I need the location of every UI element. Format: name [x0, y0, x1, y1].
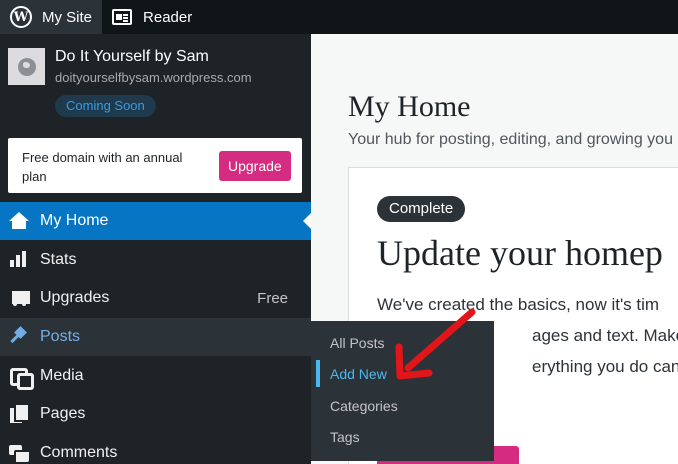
- sidebar-item-label: Upgrades: [40, 289, 110, 306]
- reader-label: Reader: [143, 8, 193, 26]
- sidebar-item-posts[interactable]: Posts: [0, 318, 311, 356]
- submenu-item-label: Add New: [330, 366, 387, 382]
- sidebar-item-stats[interactable]: Stats: [0, 241, 311, 279]
- sidebar-item-label: Comments: [40, 444, 118, 461]
- page-subtitle: Your hub for posting, editing, and growi…: [348, 131, 673, 148]
- sidebar-item-pages[interactable]: Pages: [0, 395, 311, 433]
- sidebar-item-my-home[interactable]: My Home: [0, 202, 311, 240]
- upsell-text: Free domain with an annual plan: [22, 150, 183, 184]
- card-title: Update your homep: [377, 233, 663, 273]
- submenu-item-categories[interactable]: Categories: [311, 390, 494, 421]
- upsell-banner[interactable]: Free domain with an annual plan Upgrade: [8, 138, 302, 193]
- pages-icon: [9, 405, 29, 423]
- home-icon: [9, 212, 29, 230]
- sidebar-item-media[interactable]: Media: [0, 357, 311, 395]
- sidebar-item-label: Media: [40, 367, 84, 384]
- reader-icon: [112, 9, 133, 25]
- masterbar: W My Site Reader: [0, 0, 678, 34]
- sidebar-item-upgrades[interactable]: Upgrades Free: [0, 279, 311, 317]
- page-title: My Home: [348, 90, 471, 123]
- submenu-item-label: Categories: [330, 398, 398, 414]
- sidebar-item-label: Pages: [40, 405, 86, 422]
- sidebar-item-label: Stats: [40, 251, 77, 268]
- annotation-arrow-icon: [395, 308, 476, 380]
- site-title: Do It Yourself by Sam: [55, 48, 209, 65]
- sidebar: Do It Yourself by Sam doityourselfbysam.…: [0, 34, 311, 464]
- pin-icon: [9, 328, 29, 346]
- cart-icon: [9, 289, 30, 307]
- submenu-item-label: Tags: [330, 429, 360, 445]
- site-url[interactable]: doityourselfbysam.wordpress.com: [55, 70, 252, 85]
- submenu-item-label: All Posts: [330, 335, 385, 351]
- sidebar-item-label: Posts: [40, 328, 81, 345]
- site-icon: [8, 48, 45, 85]
- complete-badge: Complete: [377, 196, 466, 222]
- sidebar-item-comments[interactable]: Comments: [0, 434, 311, 464]
- comments-icon: [9, 444, 29, 462]
- submenu-item-tags[interactable]: Tags: [311, 421, 494, 452]
- sidebar-item-label: My Home: [40, 212, 109, 229]
- globe-icon: [17, 57, 36, 76]
- status-badge[interactable]: Coming Soon: [55, 95, 156, 117]
- upgrades-free-badge: Free: [257, 290, 288, 307]
- stats-icon: [9, 251, 29, 269]
- site-card[interactable]: Do It Yourself by Sam doityourselfbysam.…: [0, 34, 311, 124]
- media-icon: [9, 367, 34, 390]
- upgrade-button[interactable]: Upgrade: [219, 151, 291, 181]
- wordpress-logo-icon: W: [10, 6, 32, 28]
- reader-button[interactable]: Reader: [102, 0, 202, 34]
- my-site-label: My Site: [42, 8, 93, 26]
- my-site-button[interactable]: W My Site: [0, 0, 103, 34]
